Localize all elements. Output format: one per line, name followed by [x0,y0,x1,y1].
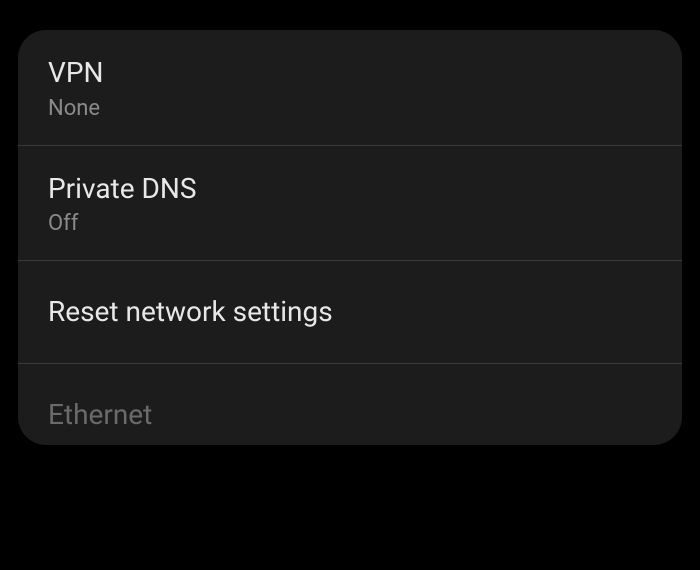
vpn-title: VPN [48,56,652,90]
reset-network-title: Reset network settings [48,295,652,329]
reset-network-setting[interactable]: Reset network settings [18,261,682,364]
private-dns-setting[interactable]: Private DNS Off [18,146,682,262]
vpn-setting[interactable]: VPN None [18,30,682,146]
vpn-subtitle: None [48,96,652,121]
private-dns-subtitle: Off [48,211,652,236]
ethernet-title: Ethernet [48,398,652,432]
settings-card: VPN None Private DNS Off Reset network s… [18,30,682,445]
private-dns-title: Private DNS [48,172,652,206]
ethernet-setting: Ethernet [18,364,682,446]
